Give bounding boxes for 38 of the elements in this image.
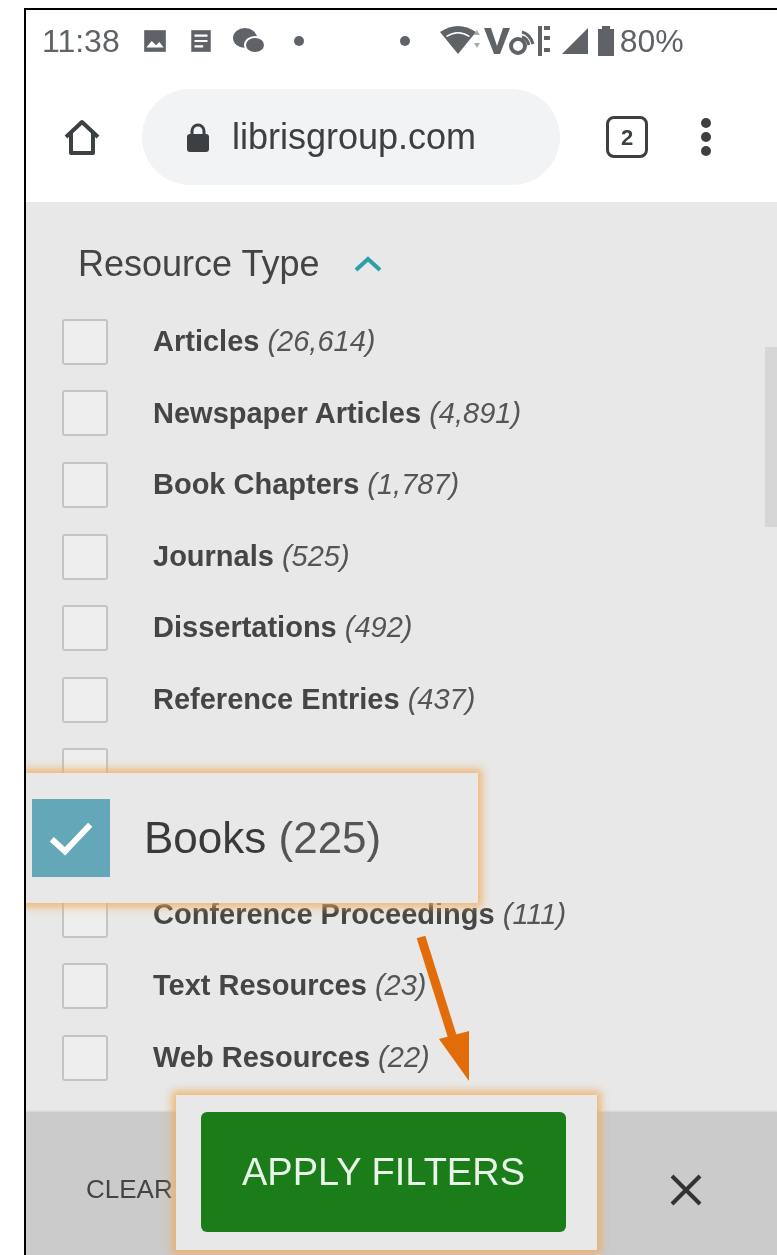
filter-option[interactable]: Books (225) bbox=[144, 805, 382, 872]
dot-icon bbox=[399, 36, 410, 46]
filter-option[interactable]: Articles (26,614) bbox=[153, 320, 376, 364]
checkbox[interactable] bbox=[62, 963, 108, 1010]
dot-icon bbox=[293, 36, 304, 46]
close-icon[interactable] bbox=[670, 1174, 702, 1206]
checkbox[interactable] bbox=[62, 1034, 108, 1081]
section-heading: Resource Type bbox=[78, 242, 320, 286]
apply-filters-button[interactable]: APPLY FILTERS bbox=[201, 1112, 566, 1232]
checkbox[interactable] bbox=[62, 318, 108, 365]
filter-option[interactable]: Journals (525) bbox=[153, 534, 350, 579]
url-text: librisgroup.com bbox=[232, 115, 477, 159]
home-icon[interactable] bbox=[62, 117, 102, 157]
filter-option[interactable]: Newspaper Articles (4,891) bbox=[153, 391, 522, 436]
checkbox[interactable] bbox=[62, 462, 108, 508]
checkbox[interactable] bbox=[62, 676, 108, 723]
wifi-icon bbox=[439, 26, 480, 56]
filter-option[interactable]: Dissertations (492) bbox=[153, 606, 413, 650]
filter-option[interactable]: Book Chapters (1,787) bbox=[153, 463, 460, 507]
battery-percent: 80% bbox=[619, 22, 684, 61]
clear-button[interactable]: CLEAR bbox=[86, 1170, 173, 1209]
checkbox[interactable] bbox=[62, 605, 108, 652]
menu-icon[interactable] bbox=[700, 117, 712, 157]
lock-icon bbox=[186, 122, 210, 152]
filter-option[interactable]: Reference Entries (437) bbox=[153, 678, 476, 722]
url-field[interactable]: librisgroup.com bbox=[142, 89, 560, 185]
chevron-icon[interactable] bbox=[353, 255, 384, 273]
tab-count-button[interactable]: 2 bbox=[606, 116, 648, 158]
checkbox[interactable] bbox=[32, 799, 110, 878]
checkbox[interactable] bbox=[62, 390, 108, 437]
image-icon bbox=[141, 28, 168, 54]
status-time: 11:38 bbox=[42, 22, 120, 61]
battery-icon bbox=[597, 26, 614, 56]
filter-option[interactable]: Text Resources (23) bbox=[153, 964, 427, 1008]
signal-icon bbox=[561, 28, 588, 54]
filter-option[interactable]: Web Resources (22) bbox=[153, 1036, 430, 1080]
checkbox[interactable] bbox=[62, 533, 108, 580]
chat-bubbles-icon bbox=[231, 27, 266, 55]
